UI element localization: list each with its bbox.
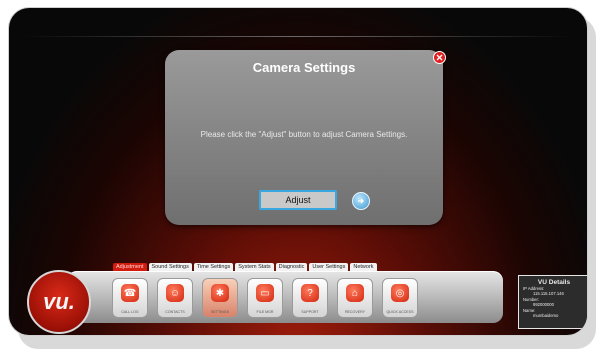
phone-icon: ☎	[121, 284, 139, 302]
tab-diagnostic[interactable]: Diagnostic	[275, 263, 308, 271]
go-button[interactable]	[352, 192, 370, 210]
recovery-button[interactable]: ⌂ RECOVERY	[337, 278, 373, 318]
support-icon: ?	[301, 284, 319, 302]
settings-caption: SETTINGS	[211, 310, 229, 314]
name-value: mumbaidemo	[533, 313, 559, 319]
adjust-button[interactable]: Adjust	[259, 190, 337, 210]
home-icon: ⌂	[346, 284, 364, 302]
dialog-message: Please click the "Adjust" button to adju…	[200, 130, 408, 139]
tab-network[interactable]: Network	[350, 263, 377, 271]
quick-access-icon: ◎	[391, 284, 409, 302]
tab-time-settings[interactable]: Time Settings	[193, 263, 234, 271]
quick-access-button[interactable]: ◎ QUICK ACCESS	[382, 278, 418, 318]
vu-details-title: VU Details	[537, 279, 571, 286]
camera-settings-dialog: Camera Settings Please click the "Adjust…	[165, 50, 443, 225]
call-log-button[interactable]: ☎ CALL LOG	[112, 278, 148, 318]
close-dialog-button[interactable]	[433, 51, 446, 64]
file-manager-caption: FILE MGR	[256, 310, 274, 314]
tab-system-stats[interactable]: System Stats	[235, 263, 274, 271]
arrow-right-icon	[358, 198, 364, 204]
quick-access-caption: QUICK ACCESS	[386, 310, 414, 314]
support-caption: SUPPORT	[301, 310, 319, 314]
top-divider	[23, 36, 573, 37]
call-log-caption: CALL LOG	[121, 310, 139, 314]
folder-icon: ▭	[256, 284, 274, 302]
contacts-icon: ☺	[166, 284, 184, 302]
app-screen: Camera Settings Please click the "Adjust…	[9, 8, 587, 335]
settings-icon: ✱	[211, 284, 229, 302]
settings-button[interactable]: ✱ SETTINGS	[202, 278, 238, 318]
dialog-title: Camera Settings	[252, 60, 356, 75]
file-manager-button[interactable]: ▭ FILE MGR	[247, 278, 283, 318]
close-icon	[436, 54, 443, 61]
recovery-caption: RECOVERY	[344, 310, 366, 314]
vu-logo: vu.	[27, 270, 91, 334]
contacts-caption: CONTACTS	[165, 310, 185, 314]
settings-tabs: Adjustment Sound Settings Time Settings …	[113, 263, 377, 271]
tab-sound-settings[interactable]: Sound Settings	[148, 263, 192, 271]
support-button[interactable]: ? SUPPORT	[292, 278, 328, 318]
contacts-button[interactable]: ☺ CONTACTS	[157, 278, 193, 318]
vu-details-panel: VU Details IP Address: 115.115.107.146 N…	[518, 275, 587, 329]
tab-adjustment[interactable]: Adjustment	[113, 263, 147, 271]
toolbar-icons: ☎ CALL LOG ☺ CONTACTS ✱ SETTINGS ▭ FILE …	[112, 278, 418, 318]
tab-user-settings[interactable]: User Settings	[309, 263, 349, 271]
